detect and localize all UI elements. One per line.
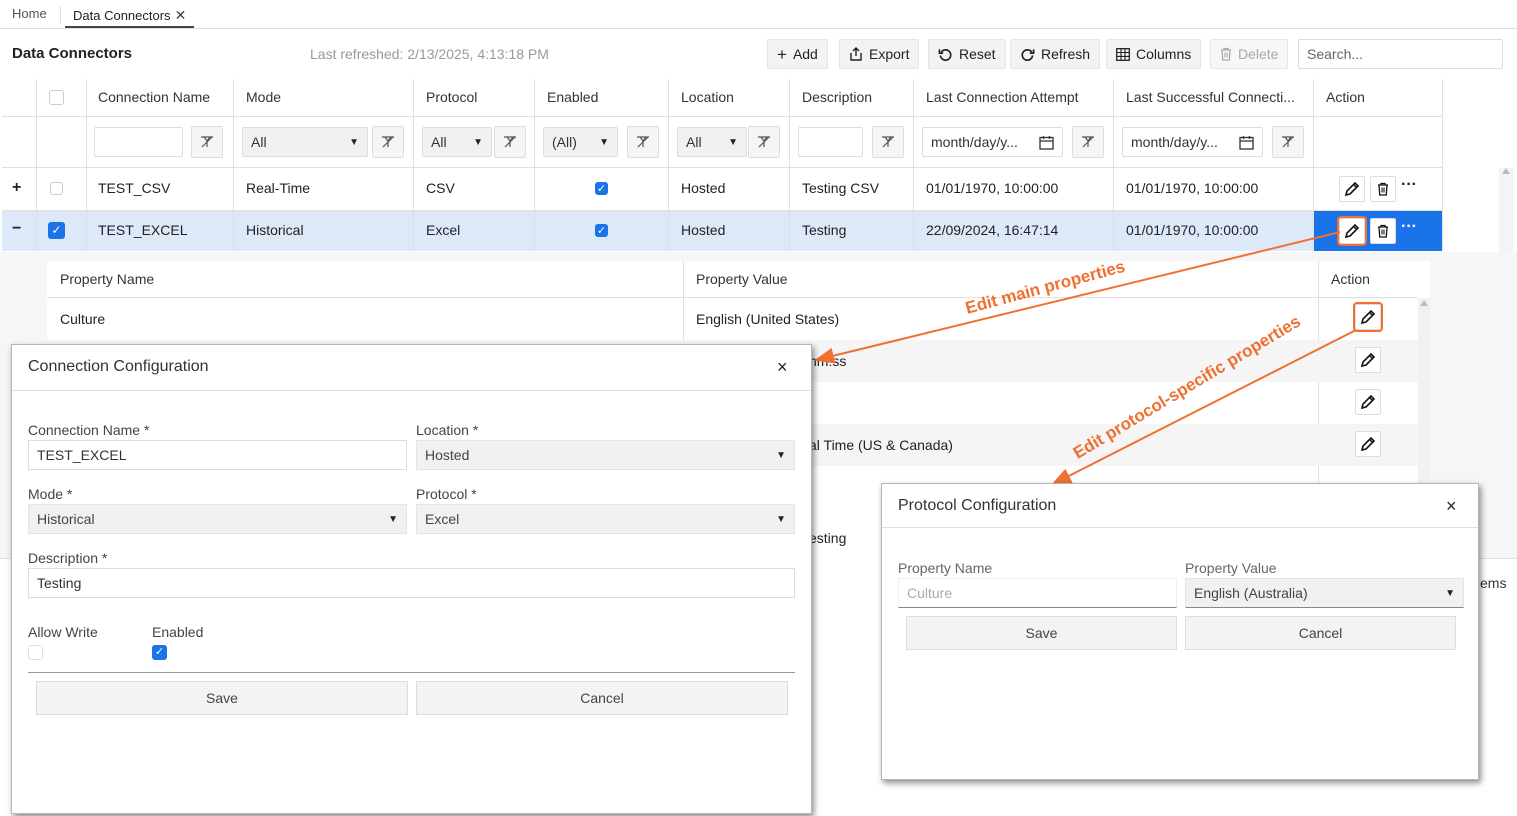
caret-down-icon: ▼ <box>1445 587 1455 599</box>
property-name-value: Culture <box>907 585 953 601</box>
caret-down-icon: ▼ <box>776 513 786 525</box>
caret-down-icon: ▼ <box>776 449 786 461</box>
description-label: Description * <box>28 550 108 566</box>
enabled-checkbox[interactable]: ✓ <box>152 645 167 660</box>
caret-down-icon: ▼ <box>388 513 398 525</box>
cancel-button[interactable]: Cancel <box>416 681 788 715</box>
connection-configuration-dialog: Connection Configuration × Connection Na… <box>11 344 812 814</box>
allow-write-checkbox[interactable] <box>28 645 43 660</box>
cancel-button[interactable]: Cancel <box>1185 616 1456 650</box>
location-select[interactable]: Hosted ▼ <box>416 440 795 470</box>
connection-name-input[interactable]: TEST_EXCEL <box>28 440 407 470</box>
connection-name-value: TEST_EXCEL <box>37 447 127 463</box>
property-name-label: Property Name <box>898 560 993 576</box>
protocol-select[interactable]: Excel ▼ <box>416 504 795 534</box>
location-label: Location * <box>416 422 479 438</box>
divider <box>882 527 1478 528</box>
mode-select[interactable]: Historical ▼ <box>28 504 407 534</box>
enabled-label: Enabled <box>152 624 204 640</box>
property-value-label: Property Value <box>1185 560 1277 576</box>
description-input[interactable]: Testing <box>28 568 795 598</box>
mode-label: Mode * <box>28 486 73 502</box>
connection-name-label: Connection Name * <box>28 422 150 438</box>
description-value: Testing <box>37 575 82 591</box>
property-value-select[interactable]: English (Australia) ▼ <box>1185 578 1464 608</box>
location-value: Hosted <box>425 447 470 463</box>
close-icon[interactable]: × <box>1446 496 1457 517</box>
protocol-label: Protocol * <box>416 486 477 502</box>
divider <box>28 672 795 673</box>
protocol-value: Excel <box>425 511 460 527</box>
close-icon[interactable]: × <box>777 357 788 378</box>
dialog-title: Connection Configuration <box>28 358 209 375</box>
divider <box>12 390 811 391</box>
arrow-to-protocol-dialog <box>1051 329 1357 485</box>
protocol-configuration-dialog: Protocol Configuration × Property Name C… <box>881 483 1479 780</box>
dialog-title: Protocol Configuration <box>898 497 1057 514</box>
property-name-input: Culture <box>898 578 1177 608</box>
save-button[interactable]: Save <box>906 616 1177 650</box>
save-button[interactable]: Save <box>36 681 408 715</box>
mode-value: Historical <box>37 511 95 527</box>
property-value-value: English (Australia) <box>1194 585 1308 601</box>
allow-write-label: Allow Write <box>28 624 98 640</box>
